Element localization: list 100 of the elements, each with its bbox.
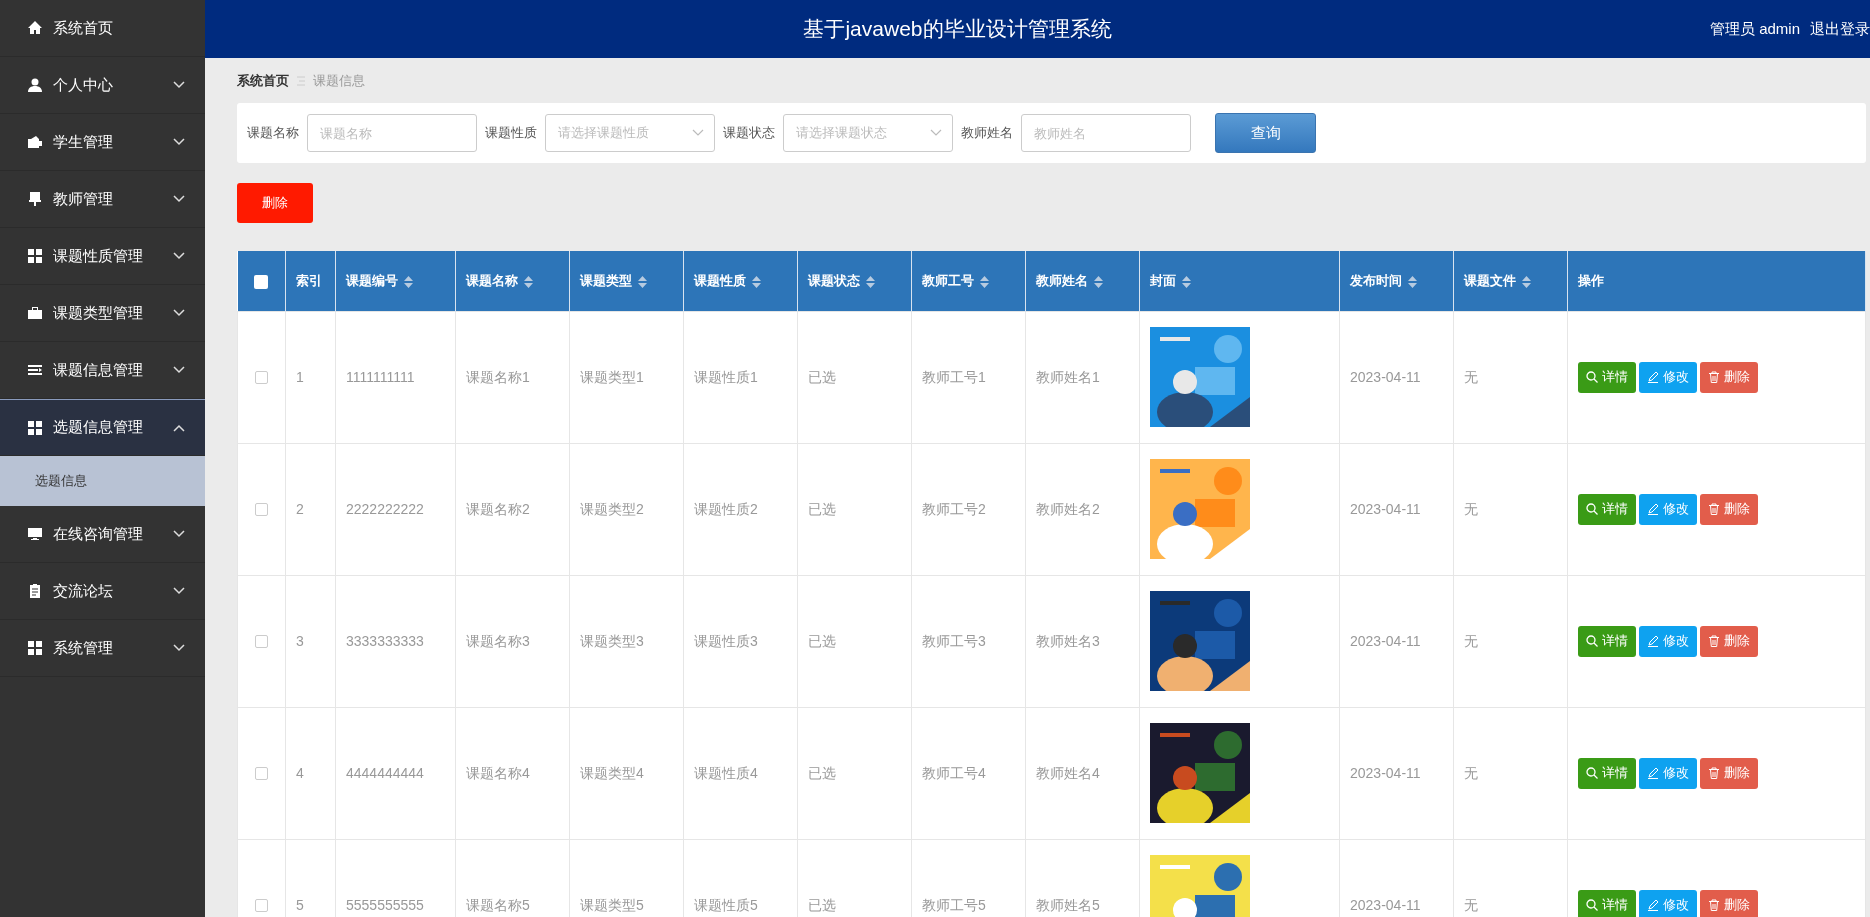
details-button[interactable]: 详情 (1578, 757, 1636, 789)
sidebar-subitem[interactable]: 选题信息 (0, 456, 205, 506)
column-header[interactable]: 课题性质 (694, 273, 746, 288)
sort-icon[interactable] (1182, 275, 1191, 288)
table-cell: 已选 (808, 632, 836, 649)
details-button[interactable]: 详情 (1578, 493, 1636, 525)
sidebar-item[interactable]: 系统管理 (0, 620, 205, 677)
input-field[interactable]: 课题名称 (307, 114, 477, 152)
checkbox[interactable] (255, 635, 268, 649)
checkbox[interactable] (255, 371, 268, 385)
chevron-down-icon (173, 252, 185, 260)
column-header[interactable]: 教师工号 (922, 273, 974, 288)
table-cell: 2023-04-11 (1350, 896, 1421, 913)
delete-button[interactable]: 删除 (1700, 493, 1758, 525)
search-icon (1586, 503, 1598, 515)
column-header[interactable]: 教师姓名 (1036, 273, 1088, 288)
input-field[interactable]: 教师姓名 (1021, 114, 1191, 152)
checkbox[interactable] (255, 767, 268, 781)
column-header[interactable]: 课题名称 (466, 273, 518, 288)
chevron-down-icon (692, 129, 704, 137)
table-cell: 2023-04-11 (1350, 500, 1421, 517)
table-cell: 教师工号3 (922, 632, 986, 649)
sidebar-item[interactable]: 个人中心 (0, 57, 205, 114)
table-cell: 2 (296, 500, 304, 517)
table-cell: 课题类型3 (580, 632, 644, 649)
sort-icon[interactable] (1094, 275, 1103, 288)
delete-button[interactable]: 删除 (1700, 757, 1758, 789)
table-cell: 课题名称3 (466, 632, 530, 649)
search-icon (1586, 635, 1598, 647)
sort-icon[interactable] (1408, 275, 1417, 288)
edit-button[interactable]: 修改 (1639, 889, 1697, 917)
pencil-icon (1647, 899, 1659, 911)
sidebar-item[interactable]: 课题类型管理 (0, 285, 205, 342)
table-cell: 1111111111 (346, 368, 415, 385)
column-header[interactable]: 发布时间 (1350, 273, 1402, 288)
checkbox[interactable] (255, 899, 268, 913)
edit-button[interactable]: 修改 (1639, 493, 1697, 525)
sidebar-item[interactable]: 学生管理 (0, 114, 205, 171)
table-cell: 无 (1464, 896, 1478, 913)
search-button[interactable]: 查询 (1215, 113, 1316, 153)
details-button[interactable]: 详情 (1578, 361, 1636, 393)
sidebar-item[interactable]: 选题信息管理 (0, 399, 205, 456)
delete-button[interactable]: 删除 (1700, 361, 1758, 393)
edit-button[interactable]: 修改 (1639, 625, 1697, 657)
column-header[interactable]: 操作 (1578, 273, 1604, 288)
table-cell: 2023-04-11 (1350, 764, 1421, 781)
column-header[interactable]: 课题文件 (1464, 273, 1516, 288)
table-cell: 课题名称2 (466, 500, 530, 517)
column-header[interactable]: 课题类型 (580, 273, 632, 288)
table-cell: 无 (1464, 632, 1478, 649)
sort-icon[interactable] (752, 275, 761, 288)
sort-icon[interactable] (638, 275, 647, 288)
chevron-down-icon (173, 138, 185, 146)
checkbox[interactable] (254, 274, 269, 289)
grid-icon (27, 640, 43, 656)
sort-icon[interactable] (524, 275, 533, 288)
details-button[interactable]: 详情 (1578, 889, 1636, 917)
table-cell: 课题性质1 (694, 368, 758, 385)
chevron-down-icon (173, 366, 185, 374)
logout-link[interactable]: 退出登录 (1810, 17, 1870, 41)
chevron-down-icon (173, 81, 185, 89)
sidebar-item[interactable]: 教师管理 (0, 171, 205, 228)
sort-icon[interactable] (404, 275, 413, 288)
table-cell: 课题类型1 (580, 368, 644, 385)
table-cell: 课题类型2 (580, 500, 644, 517)
table-cell: 课题名称1 (466, 368, 530, 385)
chevron-down-icon (173, 644, 185, 652)
table-cell: 课题类型4 (580, 764, 644, 781)
pencil-icon (1647, 767, 1659, 779)
edit-button[interactable]: 修改 (1639, 757, 1697, 789)
trash-icon (1708, 635, 1720, 647)
search-icon (1586, 371, 1598, 383)
sidebar-item[interactable]: 课题性质管理 (0, 228, 205, 285)
sidebar-item[interactable]: 交流论坛 (0, 563, 205, 620)
table-cell: 4444444444 (346, 764, 424, 781)
delete-button[interactable]: 删除 (237, 183, 313, 223)
delete-button[interactable]: 删除 (1700, 889, 1758, 917)
table-cell: 2023-04-11 (1350, 368, 1421, 385)
sort-icon[interactable] (866, 275, 875, 288)
field-label: 教师姓名 (961, 124, 1013, 143)
table-cell: 无 (1464, 368, 1478, 385)
column-header[interactable]: 课题状态 (808, 273, 860, 288)
table-cell: 已选 (808, 764, 836, 781)
monitor-icon (27, 526, 43, 542)
details-button[interactable]: 详情 (1578, 625, 1636, 657)
sort-icon[interactable] (980, 275, 989, 288)
table-cell: 5 (296, 896, 304, 913)
column-header[interactable]: 索引 (296, 273, 322, 288)
column-header[interactable]: 封面 (1150, 273, 1176, 288)
sidebar-item[interactable]: 在线咨询管理 (0, 506, 205, 563)
column-header[interactable]: 课题编号 (346, 273, 398, 288)
delete-button[interactable]: 删除 (1700, 625, 1758, 657)
table-cell: 已选 (808, 368, 836, 385)
pencil-icon (1647, 635, 1659, 647)
checkbox[interactable] (255, 503, 268, 517)
sort-icon[interactable] (1522, 275, 1531, 288)
table-cell: 3 (296, 632, 304, 649)
breadcrumb-item[interactable]: 系统首页 (237, 70, 289, 91)
edit-button[interactable]: 修改 (1639, 361, 1697, 393)
table-cell: 教师姓名4 (1036, 764, 1100, 781)
